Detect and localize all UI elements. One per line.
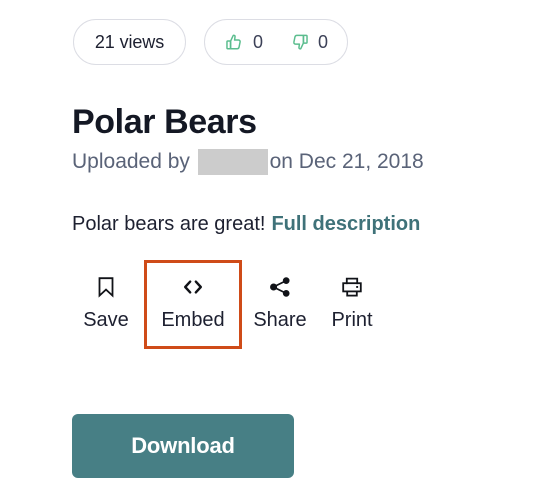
download-button[interactable]: Download [72, 414, 294, 478]
share-label: Share [253, 309, 307, 331]
description-line: Polar bears are great! Full description [72, 211, 420, 237]
action-buttons-row: Save Embed Share Print [70, 260, 388, 349]
page-title: Polar Bears [72, 102, 257, 141]
share-button[interactable]: Share [244, 262, 316, 341]
full-description-link[interactable]: Full description [271, 213, 420, 235]
print-button[interactable]: Print [316, 262, 388, 341]
downvote-group[interactable]: 0 [289, 32, 328, 53]
votes-pill: 0 0 [204, 19, 349, 65]
embed-label: Embed [161, 309, 225, 331]
upvote-count: 0 [253, 32, 264, 52]
printer-icon [339, 274, 365, 300]
downvote-count: 0 [318, 32, 329, 52]
code-brackets-icon [180, 274, 206, 300]
views-count-label: 21 views [94, 31, 165, 52]
views-pill: 21 views [73, 19, 186, 65]
stats-row: 21 views 0 0 [73, 19, 349, 65]
share-nodes-icon [267, 274, 293, 300]
redacted-author-name [197, 148, 268, 175]
video-detail-panel: 21 views 0 0 Polar Bears Uploaded by on … [0, 0, 540, 504]
thumbs-up-icon[interactable] [224, 32, 245, 53]
embed-button[interactable]: Embed [144, 260, 242, 349]
print-label: Print [331, 309, 373, 331]
thumbs-down-icon[interactable] [289, 32, 310, 53]
uploaded-by-prefix: Uploaded by [72, 150, 196, 173]
description-text: Polar bears are great! [72, 213, 266, 235]
save-button[interactable]: Save [70, 262, 142, 341]
bookmark-icon [93, 274, 119, 300]
upload-date: on Dec 21, 2018 [263, 150, 424, 173]
save-label: Save [83, 309, 129, 331]
upload-meta: Uploaded by on Dec 21, 2018 [72, 148, 424, 175]
upvote-group[interactable]: 0 [224, 32, 263, 53]
